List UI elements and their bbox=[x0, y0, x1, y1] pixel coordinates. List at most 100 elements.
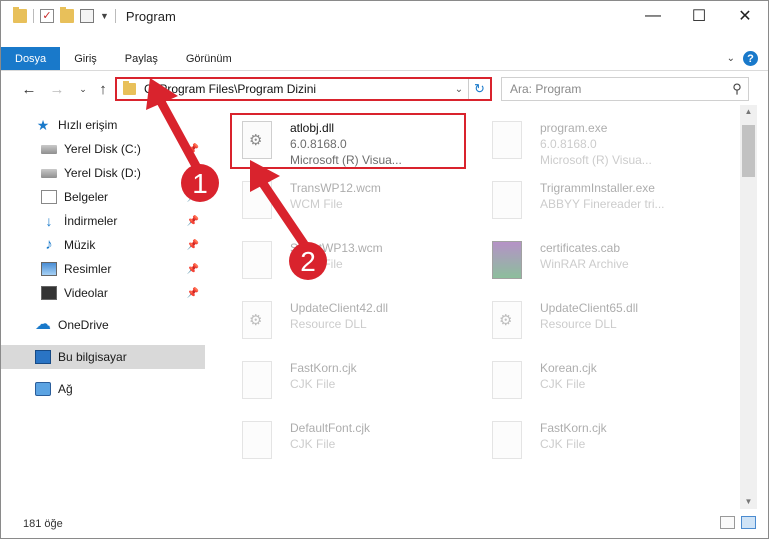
star-icon: ★ bbox=[36, 117, 50, 133]
file-type: CJK File bbox=[290, 437, 336, 451]
sidebar-item-label: Yerel Disk (C:) bbox=[64, 142, 141, 156]
file-item[interactable]: TrigrammInstaller.exe ABBYY Finereader t… bbox=[478, 171, 718, 227]
item-count: 181 öğe bbox=[23, 518, 63, 530]
ribbon-right: ⌄ ? bbox=[727, 47, 768, 70]
forward-arrow-icon[interactable]: → bbox=[47, 79, 67, 99]
documents-icon bbox=[41, 190, 57, 204]
network-icon bbox=[35, 382, 51, 396]
file-icon bbox=[242, 421, 272, 459]
sidebar-item-this-pc[interactable]: Bu bilgisayar bbox=[1, 345, 205, 369]
up-arrow-icon[interactable]: ↑ bbox=[93, 79, 113, 99]
file-type: ABBYY Finereader tri... bbox=[540, 197, 665, 211]
back-arrow-icon[interactable]: ← bbox=[19, 79, 39, 99]
file-type: Resource DLL bbox=[290, 317, 367, 331]
tab-view[interactable]: Görünüm bbox=[172, 47, 246, 70]
sidebar-item-videos[interactable]: Videolar 📌 bbox=[1, 281, 205, 305]
drive-icon bbox=[41, 144, 57, 154]
file-item[interactable]: TransWP12.wcm WCM File bbox=[228, 171, 468, 227]
divider bbox=[33, 9, 34, 23]
music-icon: ♪ bbox=[45, 236, 53, 253]
file-name: FastKorn.cjk bbox=[540, 421, 607, 435]
search-input[interactable] bbox=[510, 82, 726, 96]
sidebar-item-network[interactable]: Ağ bbox=[1, 377, 205, 401]
tab-file[interactable]: Dosya bbox=[1, 47, 61, 70]
help-icon[interactable]: ? bbox=[743, 51, 758, 66]
file-name: UpdateClient42.dll bbox=[290, 301, 389, 315]
chevron-down-icon[interactable]: ▼ bbox=[100, 11, 109, 21]
file-item[interactable]: SmartWP13.wcm WCM File bbox=[228, 231, 468, 287]
sidebar-item-documents[interactable]: Belgeler 📌 bbox=[1, 185, 205, 209]
file-item[interactable]: certificates.cab WinRAR Archive bbox=[478, 231, 718, 287]
ribbon-tabs: Dosya Giriş Paylaş Görünüm ⌄ ? bbox=[1, 47, 768, 71]
file-name: program.exe bbox=[540, 121, 608, 135]
pin-icon[interactable]: 📌 bbox=[187, 192, 199, 203]
pin-icon[interactable]: 📌 bbox=[187, 144, 199, 155]
chevron-down-icon[interactable]: ⌄ bbox=[450, 84, 468, 95]
pin-icon[interactable]: 📌 bbox=[187, 288, 199, 299]
search-box[interactable]: ⚲ bbox=[501, 77, 749, 101]
file-item[interactable]: program.exe 6.0.8168.0 Microsoft (R) Vis… bbox=[478, 111, 718, 167]
sidebar-item-local-disk-c[interactable]: Yerel Disk (C:) 📌 bbox=[1, 137, 205, 161]
file-item[interactable]: UpdateClient42.dll Resource DLL bbox=[228, 291, 468, 347]
file-name: FastKorn.cjk bbox=[290, 361, 357, 375]
folder-icon[interactable] bbox=[13, 7, 27, 23]
file-item[interactable]: FastKorn.cjk CJK File bbox=[478, 411, 718, 467]
file-type: CJK File bbox=[540, 377, 586, 391]
file-item[interactable]: DefaultFont.cjk CJK File bbox=[228, 411, 468, 467]
navigation-pane: ★ Hızlı erişim Yerel Disk (C:) 📌 Yerel D… bbox=[1, 113, 205, 503]
pin-icon[interactable]: 📌 bbox=[187, 216, 199, 227]
minimize-button[interactable]: — bbox=[630, 1, 676, 31]
file-item[interactable]: FastKorn.cjk CJK File bbox=[228, 351, 468, 407]
sidebar-item-label: Yerel Disk (D:) bbox=[64, 166, 141, 180]
scroll-thumb[interactable] bbox=[742, 125, 755, 177]
divider bbox=[114, 9, 116, 23]
cloud-icon: ☁ bbox=[35, 316, 51, 333]
title-bar: ✓ ▼ Program — ☐ ✕ bbox=[1, 1, 768, 31]
refresh-icon[interactable]: ↻ bbox=[468, 79, 490, 99]
sidebar-item-quick-access[interactable]: ★ Hızlı erişim bbox=[1, 113, 205, 137]
scroll-down-icon[interactable]: ▼ bbox=[740, 495, 757, 509]
tab-home[interactable]: Giriş bbox=[60, 47, 111, 70]
dll-file-icon bbox=[242, 301, 272, 339]
maximize-button[interactable]: ☐ bbox=[676, 1, 722, 31]
sidebar-item-local-disk-d[interactable]: Yerel Disk (D:) bbox=[1, 161, 205, 185]
file-type: CJK File bbox=[290, 377, 336, 391]
tiles-view-icon[interactable] bbox=[741, 516, 756, 529]
sidebar-item-label: Resimler bbox=[64, 262, 112, 276]
address-bar[interactable]: C:\Program Files\Program Dizini ⌄ ↻ bbox=[115, 77, 492, 101]
window-controls: — ☐ ✕ bbox=[630, 1, 768, 31]
file-name: TrigrammInstaller.exe bbox=[540, 181, 655, 195]
search-icon[interactable]: ⚲ bbox=[726, 81, 748, 97]
file-icon bbox=[242, 361, 272, 399]
navigation-bar: ← → ⌄ ↑ C:\Program Files\Program Dizini … bbox=[1, 75, 768, 103]
sidebar-item-downloads[interactable]: ↓ İndirmeler 📌 bbox=[1, 209, 205, 233]
file-description: Microsoft (R) Visua... bbox=[540, 153, 652, 167]
file-icon bbox=[242, 241, 272, 279]
view-options-icon[interactable] bbox=[80, 9, 94, 23]
vertical-scrollbar[interactable]: ▲ ▼ bbox=[740, 105, 757, 509]
file-item[interactable]: UpdateClient65.dll Resource DLL bbox=[478, 291, 718, 347]
pin-icon[interactable]: 📌 bbox=[187, 264, 199, 275]
address-path[interactable]: C:\Program Files\Program Dizini bbox=[144, 82, 450, 96]
chevron-down-icon[interactable]: ⌄ bbox=[727, 53, 735, 64]
recent-locations-icon[interactable]: ⌄ bbox=[73, 79, 93, 99]
new-folder-icon[interactable] bbox=[60, 7, 74, 23]
sidebar-item-onedrive[interactable]: ☁ OneDrive bbox=[1, 313, 205, 337]
details-view-icon[interactable] bbox=[720, 516, 735, 529]
sidebar-item-label: Bu bilgisayar bbox=[58, 350, 127, 364]
pin-icon[interactable]: 📌 bbox=[187, 240, 199, 251]
properties-check-icon[interactable]: ✓ bbox=[40, 9, 54, 23]
file-icon bbox=[492, 421, 522, 459]
archive-file-icon bbox=[492, 241, 522, 279]
installer-file-icon bbox=[492, 181, 522, 219]
tab-share[interactable]: Paylaş bbox=[111, 47, 172, 70]
scroll-up-icon[interactable]: ▲ bbox=[740, 105, 757, 119]
file-type: WinRAR Archive bbox=[540, 257, 629, 271]
file-type: CJK File bbox=[540, 437, 586, 451]
sidebar-item-music[interactable]: ♪ Müzik 📌 bbox=[1, 233, 205, 257]
sidebar-item-pictures[interactable]: Resimler 📌 bbox=[1, 257, 205, 281]
close-button[interactable]: ✕ bbox=[722, 1, 768, 31]
file-item[interactable]: Korean.cjk CJK File bbox=[478, 351, 718, 407]
